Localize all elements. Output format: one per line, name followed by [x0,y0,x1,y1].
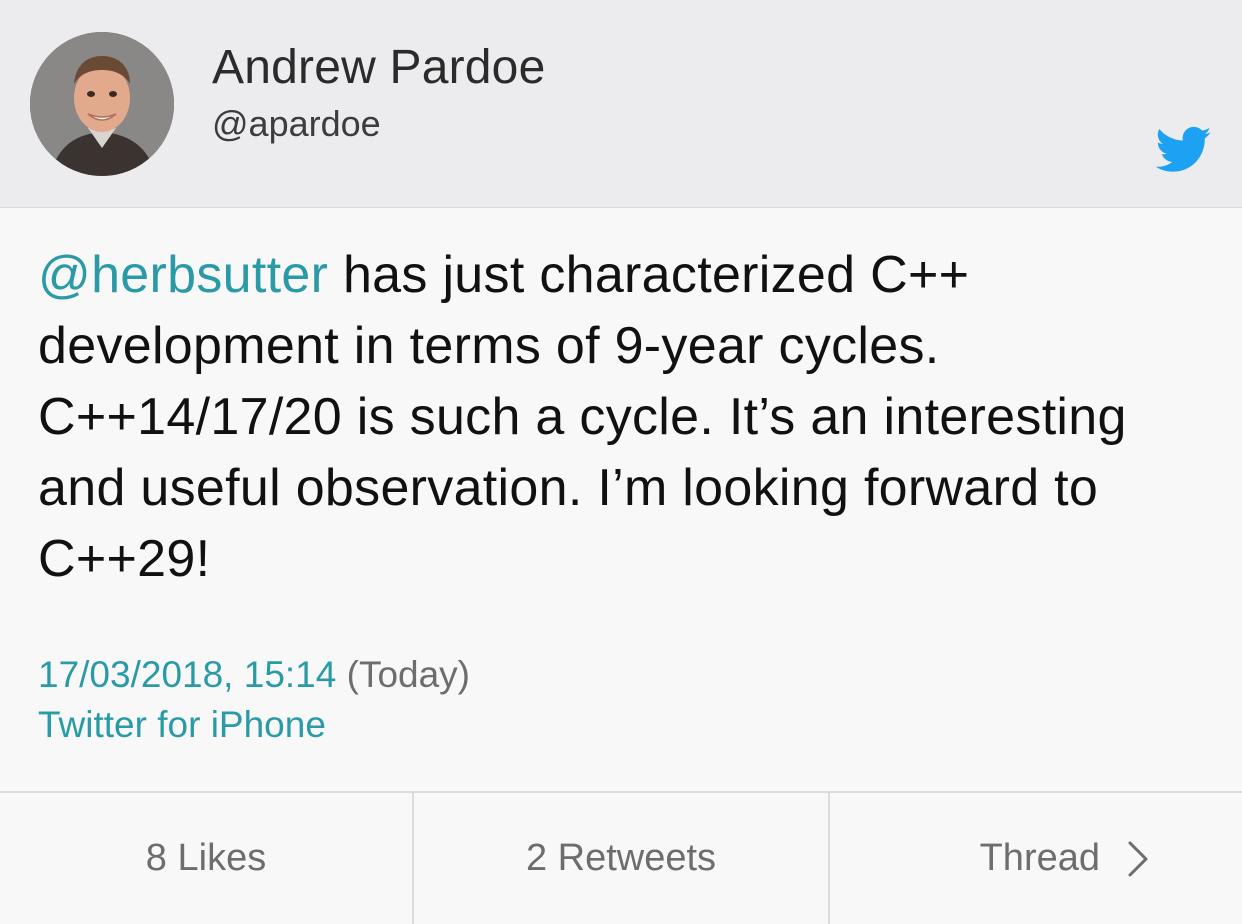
retweets-button[interactable]: 2 Retweets [414,793,830,924]
avatar-photo-icon [30,32,174,176]
action-bar: 8 Likes 2 Retweets Thread [0,791,1242,924]
relative-date: (Today) [346,654,471,695]
retweets-label: 2 Retweets [525,837,717,879]
client-link[interactable]: Twitter for iPhone [38,700,470,750]
likes-button[interactable]: 8 Likes [0,793,414,924]
avatar[interactable] [30,32,174,176]
author-handle[interactable]: @apardoe [212,103,381,145]
tweet-body: @herbsutter has just characterized C++ d… [38,240,1208,595]
thread-label: Thread [979,837,1100,879]
author-name[interactable]: Andrew Pardoe [212,40,545,95]
thread-button[interactable]: Thread [830,793,1242,924]
mention-link[interactable]: @herbsutter [38,246,328,304]
chevron-right-icon [1128,841,1148,876]
tweet-timestamp: 17/03/2018, 15:14 [38,654,337,695]
twitter-bird-icon[interactable] [1155,126,1212,174]
likes-label: 8 Likes [145,837,267,879]
tweet-header: Andrew Pardoe @apardoe [0,0,1242,208]
tweet-meta: 17/03/2018, 15:14 (Today) Twitter for iP… [38,650,470,750]
